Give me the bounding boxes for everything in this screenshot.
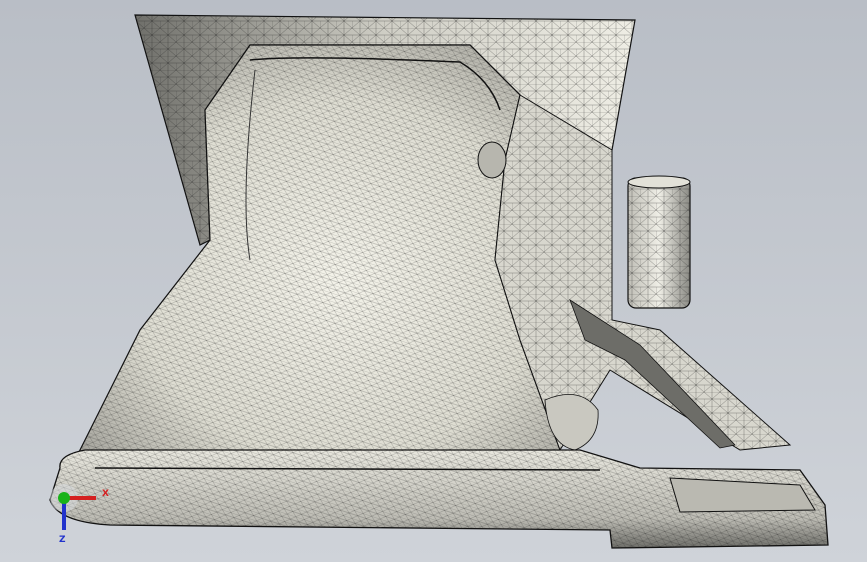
z-axis-label: Z [59,535,66,545]
base-flange [49,449,829,549]
side-hole [477,141,507,179]
graphics-viewport[interactable]: X Z [0,0,867,562]
cylindrical-boss [627,175,691,309]
y-axis-arrow [58,492,70,504]
mesh-model[interactable] [0,0,867,562]
x-axis-label: X [102,489,109,499]
reference-triad[interactable]: X Z [40,478,120,548]
conical-body [69,44,561,471]
